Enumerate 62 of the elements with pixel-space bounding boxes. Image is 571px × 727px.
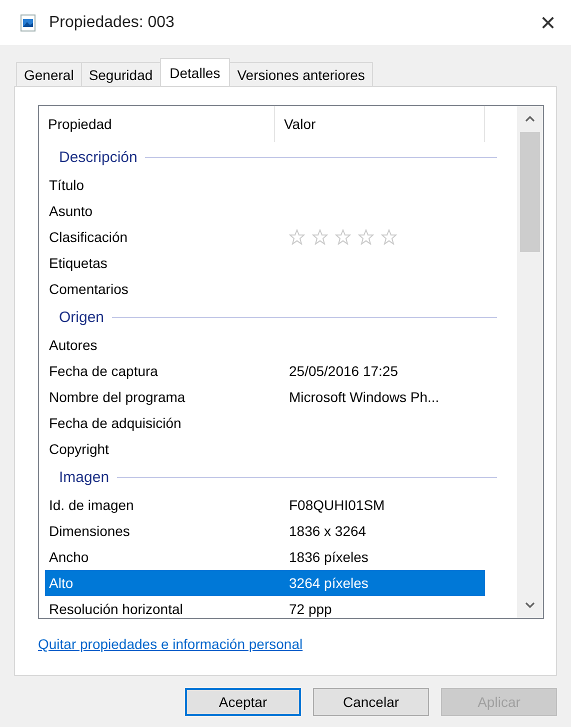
property-name: Resolución horizontal: [48, 601, 184, 617]
star-icon: [381, 229, 397, 245]
dialog-button[interactable]: Cancelar: [313, 688, 429, 716]
scrollbar[interactable]: [517, 106, 543, 618]
property-value: 1836 píxeles: [289, 549, 368, 565]
group-heading: Descripción: [59, 148, 138, 166]
remove-properties-link[interactable]: Quitar propiedades e información personal: [38, 636, 303, 652]
property-row[interactable]: Autores: [45, 332, 485, 358]
property-row[interactable]: Asunto: [45, 198, 485, 224]
column-header[interactable]: Propiedad: [39, 106, 275, 142]
scroll-up-icon[interactable]: [525, 115, 535, 123]
star-icon: [312, 229, 328, 245]
property-row[interactable]: Clasificación: [45, 224, 485, 250]
property-name: Ancho: [48, 549, 90, 565]
tab[interactable]: Detalles: [160, 58, 230, 86]
tab[interactable]: General: [16, 62, 82, 86]
property-row[interactable]: Etiquetas: [45, 250, 485, 276]
property-row[interactable]: Alto 3264 píxeles: [45, 570, 485, 596]
property-row[interactable]: Nombre del programa Microsoft Windows Ph...: [45, 384, 485, 410]
column-header[interactable]: Valor: [275, 106, 485, 142]
property-name: Fecha de captura: [48, 363, 159, 379]
property-row[interactable]: Comentarios: [45, 276, 485, 302]
property-value: 72 ppp: [289, 601, 332, 617]
property-name: Fecha de adquisición: [48, 415, 182, 431]
tab[interactable]: Seguridad: [80, 62, 161, 86]
property-row[interactable]: Dimensiones 1836 x 3264: [45, 518, 485, 544]
property-value: 3264 píxeles: [289, 575, 368, 591]
dialog-button[interactable]: Aceptar: [185, 688, 301, 716]
star-icon: [289, 229, 305, 245]
property-row[interactable]: Copyright: [45, 436, 485, 462]
star-icon: [335, 229, 351, 245]
property-row[interactable]: Ancho 1836 píxeles: [45, 544, 485, 570]
property-name: Id. de imagen: [48, 497, 135, 513]
property-value: F08QUHI01SM: [289, 497, 385, 513]
property-row[interactable]: Fecha de captura 25/05/2016 17:25: [45, 358, 485, 384]
property-name: Copyright: [48, 441, 110, 457]
window-title: Propiedades: 003: [49, 14, 174, 32]
close-button[interactable]: ✕: [533, 10, 563, 36]
image-file-icon: [20, 14, 36, 32]
group-heading: Imagen: [59, 468, 110, 486]
property-value: 25/05/2016 17:25: [289, 363, 398, 379]
property-name: Comentarios: [48, 281, 130, 297]
property-name: Clasificación: [48, 229, 129, 245]
property-row[interactable]: Fecha de adquisición: [45, 410, 485, 436]
property-name: Etiquetas: [48, 255, 108, 271]
property-row[interactable]: Título: [45, 172, 485, 198]
property-row[interactable]: Id. de imagen F08QUHI01SM: [45, 492, 485, 518]
scrollbar-thumb[interactable]: [520, 132, 540, 252]
property-name: Asunto: [48, 203, 94, 219]
property-name: Autores: [48, 337, 98, 353]
group-heading: Origen: [59, 308, 104, 326]
property-name: Nombre del programa: [48, 389, 186, 405]
star-rating[interactable]: [289, 229, 397, 245]
property-name: Título: [48, 177, 86, 193]
tab[interactable]: Versiones anteriores: [229, 62, 373, 86]
property-name: Alto: [48, 575, 74, 591]
property-value: 1836 x 3264: [289, 523, 366, 539]
scroll-down-icon[interactable]: [525, 601, 535, 609]
property-row[interactable]: Resolución horizontal 72 ppp: [45, 596, 485, 618]
property-value: Microsoft Windows Ph...: [289, 389, 440, 405]
property-name: Dimensiones: [48, 523, 131, 539]
star-icon: [358, 229, 374, 245]
